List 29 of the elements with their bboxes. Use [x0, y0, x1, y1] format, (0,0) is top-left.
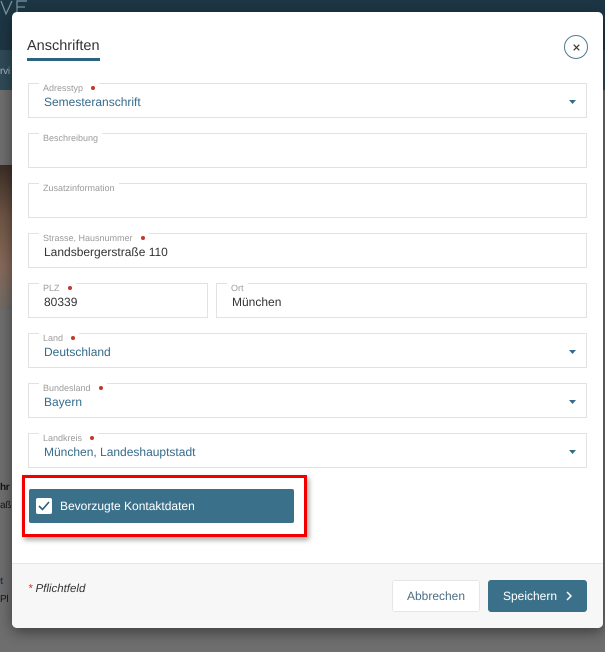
caret-icon [569, 400, 576, 404]
required-note: * Pflichtfeld [28, 582, 86, 596]
field-label: Adresstyp [43, 83, 84, 93]
save-button[interactable]: Speichern [488, 580, 587, 612]
caret-icon [569, 450, 576, 454]
field-label: Land [43, 333, 64, 343]
cancel-button[interactable]: Abbrechen [392, 580, 480, 612]
field-label: Landkreis [43, 433, 82, 443]
text-field[interactable] [28, 183, 587, 218]
chevron-right-icon [566, 591, 572, 601]
checkbox[interactable] [36, 498, 52, 514]
field-label: Ort [231, 283, 244, 293]
checkbox-option[interactable]: Bevorzugte Kontaktdaten [29, 489, 294, 523]
field-label: Zusatzinformation [43, 183, 115, 193]
field-label: PLZ [43, 283, 60, 293]
heading-text: hr [0, 481, 10, 495]
field-label: Beschreibung [43, 133, 98, 143]
text-fragment: aß [0, 499, 12, 513]
caret-icon [569, 350, 576, 354]
field-label: Bundesland [43, 383, 91, 393]
close-icon [572, 44, 580, 50]
dialog-title: Anschriften [27, 37, 100, 61]
checkmark-icon [38, 501, 50, 511]
field-label: Strasse, Hausnummer [43, 233, 133, 243]
close-button[interactable] [564, 35, 588, 59]
caret-icon [569, 100, 576, 104]
text-fragment: Pl [0, 593, 8, 607]
text-field[interactable] [28, 133, 587, 168]
nav-link[interactable]: rvi [0, 66, 10, 78]
